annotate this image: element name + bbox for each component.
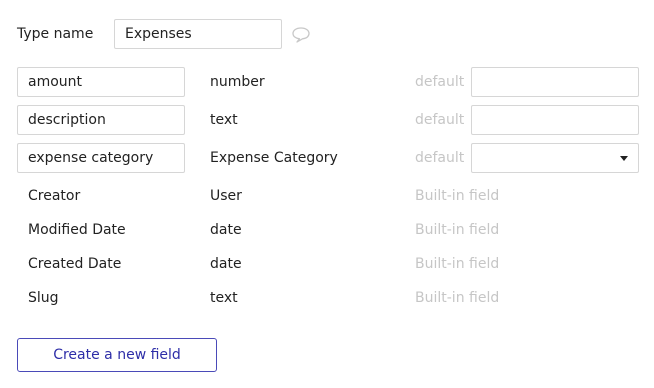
builtin-field-name: Modified Date (28, 222, 126, 238)
default-value-input[interactable] (471, 67, 639, 97)
default-label: default (415, 74, 465, 90)
field-name-input[interactable] (17, 143, 185, 173)
builtin-field-type: date (210, 222, 242, 238)
builtin-field-type: text (210, 290, 238, 306)
builtin-field-type: User (210, 188, 242, 204)
builtin-field-note: Built-in field (415, 222, 500, 238)
builtin-field-note: Built-in field (415, 188, 500, 204)
field-type-label: Expense Category (210, 150, 338, 166)
default-label: default (415, 150, 465, 166)
field-name-input[interactable] (17, 67, 185, 97)
default-value-dropdown[interactable] (471, 143, 639, 173)
builtin-field-note: Built-in field (415, 256, 500, 272)
create-new-field-button[interactable]: Create a new field (17, 338, 217, 372)
builtin-field-note: Built-in field (415, 290, 500, 306)
type-name-input[interactable] (114, 19, 282, 49)
field-type-label: text (210, 112, 238, 128)
comment-icon[interactable] (291, 26, 311, 44)
type-name-label: Type name (17, 26, 94, 42)
builtin-field-name: Created Date (28, 256, 122, 272)
builtin-field-type: date (210, 256, 242, 272)
builtin-field-name: Slug (28, 290, 59, 306)
builtin-field-name: Creator (28, 188, 81, 204)
field-type-label: number (210, 74, 265, 90)
field-name-input[interactable] (17, 105, 185, 135)
default-value-input[interactable] (471, 105, 639, 135)
chevron-down-icon (620, 156, 628, 161)
default-label: default (415, 112, 465, 128)
